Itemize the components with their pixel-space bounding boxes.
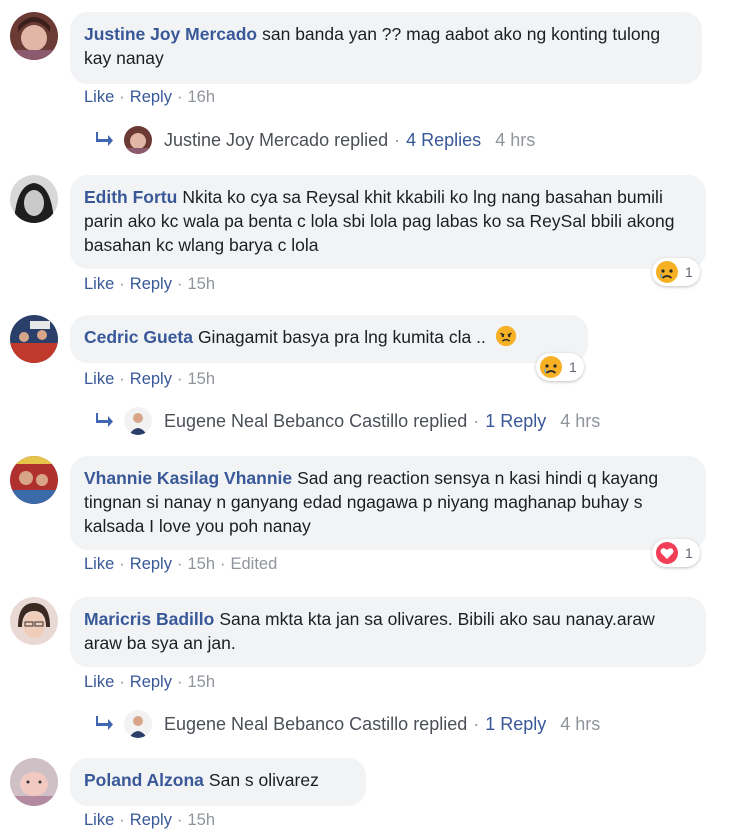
- comment-actions: Like · Reply · 15h: [84, 811, 215, 829]
- like-link[interactable]: Like: [84, 275, 114, 293]
- comment-author[interactable]: Justine Joy Mercado: [84, 24, 257, 44]
- reply-link[interactable]: Reply: [130, 88, 172, 106]
- comment-time[interactable]: 15h: [187, 555, 215, 573]
- reply-link[interactable]: Reply: [130, 811, 172, 829]
- reaction-badge[interactable]: 1: [536, 353, 584, 381]
- like-link[interactable]: Like: [84, 673, 114, 691]
- replier-name: Justine Joy Mercado: [164, 129, 330, 150]
- reply-link[interactable]: Reply: [130, 555, 172, 573]
- reaction-count: 1: [569, 359, 577, 375]
- replies-summary[interactable]: Justine Joy Mercado replied · 4 Replies 4 h…: [96, 126, 535, 154]
- reply-link[interactable]: Reply: [130, 275, 172, 293]
- like-link[interactable]: Like: [84, 555, 114, 573]
- like-link[interactable]: Like: [84, 88, 114, 106]
- comment-author[interactable]: Vhannie Kasilag Vhannie: [84, 468, 292, 488]
- angry-emoji-icon: [495, 325, 516, 347]
- reply-arrow-icon: [96, 130, 122, 151]
- comment-text: Ginagamit basya pra lng kumita cla ..: [197, 327, 486, 347]
- comment-time[interactable]: 15h: [187, 370, 215, 388]
- avatar[interactable]: [10, 175, 58, 223]
- comment-author[interactable]: Edith Fortu: [84, 187, 177, 207]
- comment-author[interactable]: Poland Alzona: [84, 770, 204, 790]
- reply-count: 1 Reply: [485, 410, 547, 431]
- replies-summary[interactable]: Eugene Neal Bebanco Castillo replied · 1 R…: [96, 407, 600, 435]
- avatar[interactable]: [10, 12, 58, 60]
- comment-time[interactable]: 15h: [187, 275, 215, 293]
- reply-time: 4 hrs: [560, 713, 601, 734]
- comment-time[interactable]: 15h: [187, 673, 215, 691]
- avatar[interactable]: [10, 315, 58, 363]
- reaction-count: 1: [685, 264, 693, 280]
- avatar[interactable]: [10, 597, 58, 645]
- comment-bubble: Maricris Badillo Sana mkta kta jan sa oli…: [70, 597, 706, 667]
- comment-text: San s olivarez: [208, 770, 319, 790]
- love-reaction-icon: [656, 542, 678, 564]
- comment-actions: Like · Reply · 15h: [84, 275, 215, 293]
- reaction-badge[interactable]: 1: [652, 539, 700, 567]
- comment-bubble: Poland Alzona San s olivarez: [70, 758, 366, 806]
- comment-bubble: Edith Fortu Nkita ko cya sa Reysal khit k…: [70, 175, 706, 269]
- comment-time[interactable]: 16h: [187, 88, 215, 106]
- avatar: [124, 126, 152, 154]
- reply-count: 1 Reply: [485, 713, 547, 734]
- replier-name: Eugene Neal Bebanco Castillo: [164, 410, 409, 431]
- reply-count: 4 Replies: [406, 129, 482, 150]
- comment-bubble: Cedric Gueta Ginagamit basya pra lng kumi…: [70, 315, 588, 363]
- reaction-badge[interactable]: 1: [652, 258, 700, 286]
- replied-label: replied: [413, 410, 468, 431]
- avatar: [124, 407, 152, 435]
- comment-actions: Like · Reply · 16h: [84, 88, 215, 106]
- comment-actions: Like · Reply · 15h: [84, 673, 215, 691]
- comment-author[interactable]: Cedric Gueta: [84, 327, 193, 347]
- sad-reaction-icon: [656, 261, 678, 283]
- reply-time: 4 hrs: [495, 129, 536, 150]
- replier-name: Eugene Neal Bebanco Castillo: [164, 713, 409, 734]
- comment-time[interactable]: 15h: [187, 811, 215, 829]
- avatar: [124, 710, 152, 738]
- replied-label: replied: [413, 713, 468, 734]
- sad-reaction-icon: [540, 356, 562, 378]
- reply-arrow-icon: [96, 714, 122, 735]
- comment-bubble: Vhannie Kasilag Vhannie Sad ang reaction …: [70, 456, 706, 550]
- avatar[interactable]: [10, 758, 58, 806]
- comment-author[interactable]: Maricris Badillo: [84, 609, 214, 629]
- reaction-count: 1: [685, 545, 693, 561]
- reply-arrow-icon: [96, 411, 122, 432]
- replied-label: replied: [334, 129, 389, 150]
- avatar[interactable]: [10, 456, 58, 504]
- comment-bubble: Justine Joy Mercado san banda yan ?? mag …: [70, 12, 702, 84]
- reply-link[interactable]: Reply: [130, 673, 172, 691]
- reply-link[interactable]: Reply: [130, 370, 172, 388]
- replies-summary[interactable]: Eugene Neal Bebanco Castillo replied · 1 R…: [96, 710, 600, 738]
- comment-actions: Like · Reply · 15h: [84, 370, 215, 388]
- comment-actions: Like · Reply · 15h · Edited: [84, 555, 278, 573]
- edited-label[interactable]: Edited: [231, 555, 278, 573]
- reply-time: 4 hrs: [560, 410, 601, 431]
- like-link[interactable]: Like: [84, 370, 114, 388]
- like-link[interactable]: Like: [84, 811, 114, 829]
